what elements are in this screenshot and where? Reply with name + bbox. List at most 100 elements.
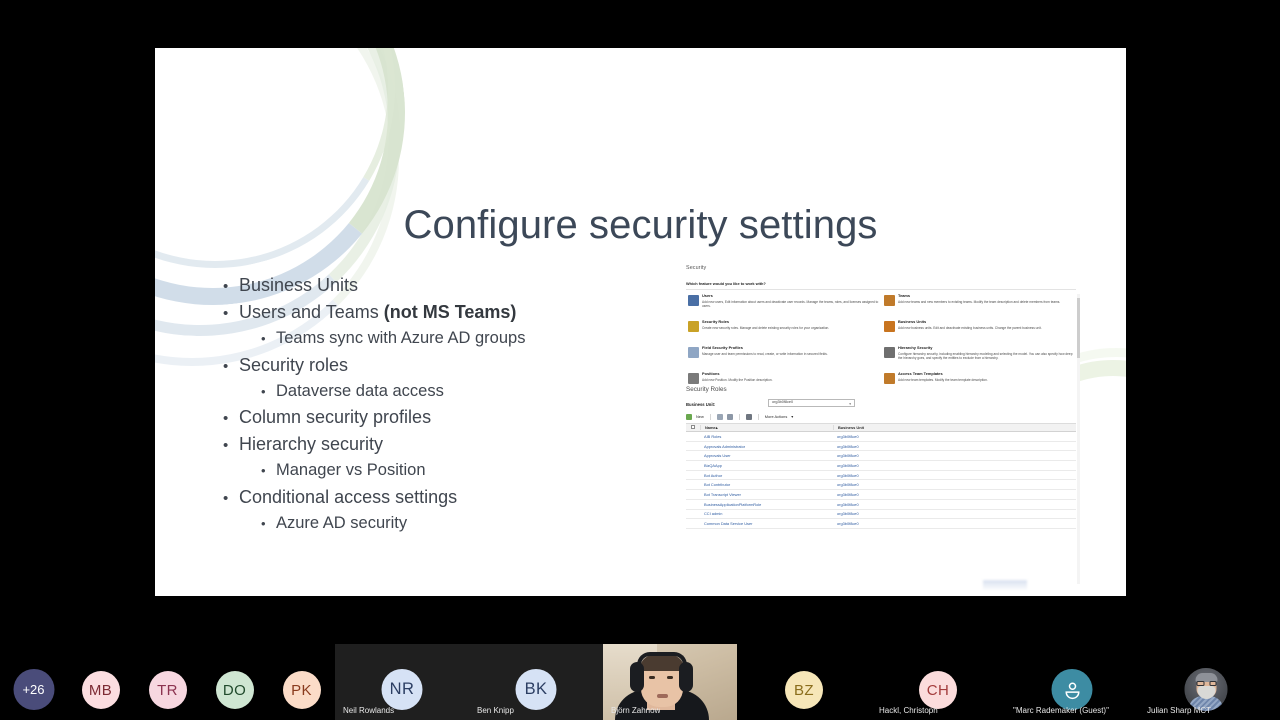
participant-tile[interactable]: "Marc Rademaker (Guest)" [1005,644,1139,720]
bullet-label: Users and Teams (not MS Teams) [239,302,517,322]
bullet-item: • Security roles [223,356,653,374]
participant-tile[interactable]: Julian Sharp MCT [1139,644,1273,720]
role-name-cell[interactable]: Bot Author [700,473,833,478]
column-header-name[interactable]: Name▴ [700,425,833,430]
table-row[interactable]: Bot Contributor org3b0f8ce0 [686,480,1076,491]
hierarchy-security-icon [884,347,895,358]
role-name-cell[interactable]: Approvals Administrator [700,444,833,449]
select-all-checkbox[interactable] [686,424,700,431]
role-name-cell[interactable]: Common Data Service User [700,521,833,526]
new-button[interactable]: New [696,414,704,419]
new-icon[interactable] [686,413,692,420]
participant-name: Julian Sharp MCT [1147,706,1212,715]
avatar: BK [515,669,557,710]
business-unit-cell[interactable]: org3b0f8ce0 [833,502,953,507]
table-row[interactable]: Approvals Administrator org3b0f8ce0 [686,442,1076,452]
delete-icon[interactable] [745,413,752,420]
business-unit-cell[interactable]: org3b0f8ce0 [833,511,953,516]
more-actions-button[interactable]: More Actions [765,414,788,419]
role-name-cell[interactable]: BizQAApp [700,463,833,468]
business-unit-value: org3b0f8ce0 [772,400,794,405]
feature-picker-question: Which feature would you like to work wit… [686,281,766,286]
participant-tile[interactable]: BZ [737,644,871,720]
person-icon [1064,682,1080,699]
more-actions-caret-icon: ▾ [791,414,794,419]
participant-tile[interactable]: CH Hackl, Christoph [871,644,1005,720]
business-unit-select[interactable]: org3b0f8ce0 ▾ [768,399,855,407]
participant-name: Björn Zahnow [611,706,661,715]
bullet-marker-icon: • [223,305,229,322]
chevron-down-icon: ▾ [849,401,851,406]
feature-tile[interactable]: Business Units Add new business units. Ed… [883,319,1075,335]
bullet-marker-icon: • [261,383,266,399]
security-roles-icon [688,321,699,332]
positions-icon [688,373,699,384]
business-unit-cell[interactable]: org3b0f8ce0 [833,444,953,449]
bullet-marker-icon: • [223,278,229,295]
feature-name: Access Team Templates [898,371,943,376]
clone-icon[interactable] [726,413,733,420]
participant-tile[interactable]: Björn Zahnow [603,644,737,720]
feature-tile[interactable]: Hierarchy Security Configure hierarchy se… [883,345,1075,361]
table-row[interactable]: BizQAApp org3b0f8ce0 [686,461,1076,471]
participant-tile[interactable]: +26 [0,644,67,720]
avatar: PK [282,671,321,709]
participant-tile[interactable]: NR Neil Rowlands [335,644,469,720]
avatar: DO [215,671,254,709]
bullet-label: Hierarchy security [239,434,384,454]
feature-tile[interactable]: Teams Add new teams and new members to ex… [883,293,1075,309]
column-header-business-unit[interactable]: Business Unit [833,425,953,430]
bullet-label: Dataverse data access [276,381,444,400]
feature-description: Add new Position. Modify the Position de… [702,378,773,383]
presentation-slide: Configure security settings • Business Un… [155,48,1126,596]
business-unit-cell[interactable]: org3b0f8ce0 [833,434,953,439]
feature-tile[interactable]: Security Roles Create new security roles.… [687,319,879,335]
copy-icon[interactable] [716,413,723,420]
overflow-participants-badge[interactable]: +26 [13,669,54,710]
business-unit-cell[interactable]: org3b0f8ce0 [833,492,953,497]
participant-tile[interactable]: PK [268,644,335,720]
participant-tile[interactable]: MB [67,644,134,720]
screenshot-scrollbar-thumb[interactable] [1077,298,1080,358]
participant-tile[interactable]: DO [201,644,268,720]
participant-tile[interactable]: BK Ben Knipp [469,644,603,720]
bullet-item: • Users and Teams (not MS Teams) [223,303,653,321]
table-row[interactable]: Common Data Service User org3b0f8ce0 [686,519,1076,529]
participant-name: Neil Rowlands [343,706,395,715]
table-row[interactable]: CCI admin org3b0f8ce0 [686,510,1076,520]
feature-name: Security Roles [702,319,730,324]
table-row[interactable]: Bot Transcript Viewer org3b0f8ce0 [686,490,1076,500]
bullet-marker-icon: • [223,489,229,507]
feature-tile[interactable]: Access Team Templates Add new team templa… [883,371,1075,387]
grid-fade-overlay [686,582,1076,594]
bullet-label: Security roles [239,354,349,375]
role-name-cell[interactable]: BusinessApplicationPlatformRole [700,502,833,507]
role-name-cell[interactable]: Bot Contributor [700,482,833,487]
role-name-cell[interactable]: Bot Transcript Viewer [700,492,833,497]
table-row[interactable]: AIB Roles org3b0f8ce0 [686,432,1076,442]
business-unit-cell[interactable]: org3b0f8ce0 [833,521,953,526]
role-name-cell[interactable]: AIB Roles [700,434,833,439]
business-unit-cell[interactable]: org3b0f8ce0 [833,473,953,478]
bullet-label: Azure AD security [276,513,408,532]
table-row[interactable]: Bot Author org3b0f8ce0 [686,471,1076,481]
table-row[interactable]: Approvals User org3b0f8ce0 [686,451,1076,462]
feature-tile[interactable]: Field Security Profiles Manage user and t… [687,345,879,361]
business-unit-cell[interactable]: org3b0f8ce0 [833,453,953,458]
feature-tile[interactable]: Users Add new users, Edit information abo… [687,293,879,309]
role-name-cell[interactable]: CCI admin [700,511,833,516]
table-row[interactable]: BusinessApplicationPlatformRole org3b0f8c… [686,500,1076,510]
participant-tile[interactable]: TR [134,644,201,720]
feature-description: Configure hierarchy security, including … [898,352,1073,361]
toolbar-separator [709,413,711,420]
role-name-cell[interactable]: Approvals User [700,453,833,458]
business-unit-cell[interactable]: org3b0f8ce0 [833,463,953,468]
slide-bullet-list: • Business Units • Users and Teams (not MS … [223,276,653,540]
business-unit-cell[interactable]: org3b0f8ce0 [833,482,953,487]
bullet-label: Business Units [239,275,359,295]
bullet-marker-icon: • [261,331,266,346]
avatar: NR [381,669,423,710]
feature-tile[interactable]: Positions Add new Position. Modify the Po… [687,371,879,387]
bullet-item: • Dataverse data access [223,381,653,400]
feature-description: Manage user and team permissions to read… [702,352,828,357]
